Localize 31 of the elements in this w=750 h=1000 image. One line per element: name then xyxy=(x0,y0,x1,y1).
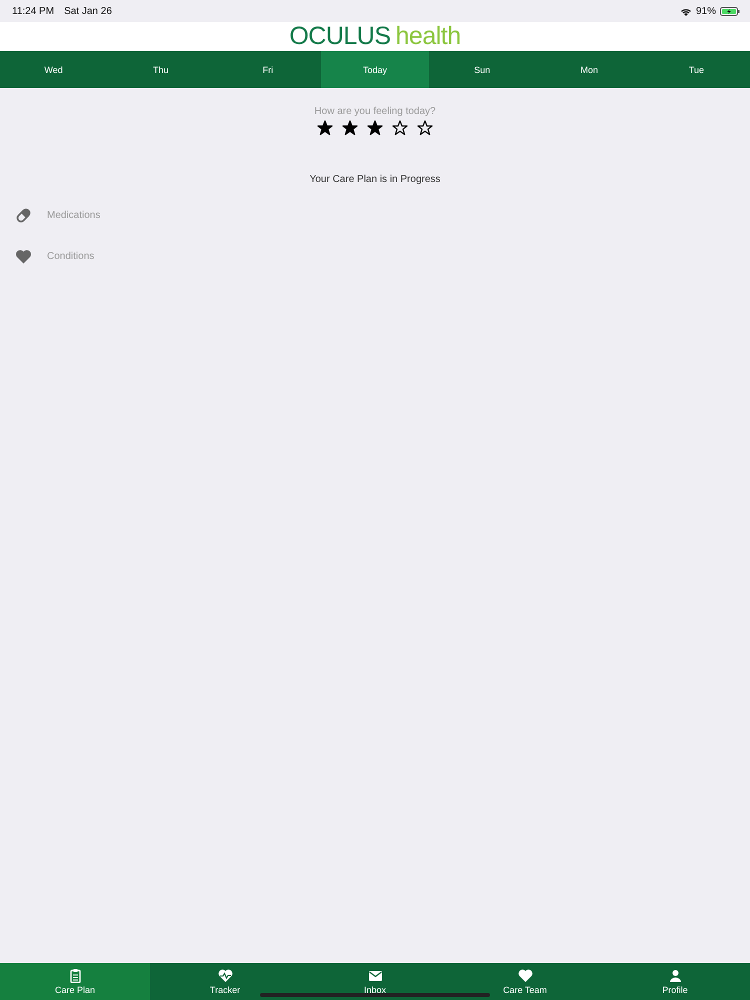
care-plan-status: Your Care Plan is in Progress xyxy=(308,174,442,185)
battery-icon xyxy=(720,6,740,16)
empty-star-icon xyxy=(417,120,433,136)
mail-icon xyxy=(368,968,382,983)
tab-bar-item[interactable]: Care Plan xyxy=(0,963,150,1000)
day-tab[interactable]: Fri xyxy=(214,51,322,88)
logo-text: health xyxy=(396,22,461,51)
day-tab[interactable]: Wed xyxy=(0,51,108,88)
clipboard-icon xyxy=(68,968,82,983)
pill-icon xyxy=(15,207,32,224)
status-date: Sat Jan 26 xyxy=(64,6,112,16)
tab-bar-item[interactable]: Profile xyxy=(600,963,750,1000)
day-tab[interactable]: Mon xyxy=(536,51,643,88)
filled-star-icon xyxy=(342,120,358,136)
wifi-icon xyxy=(680,6,692,16)
status-time: 11:24 PM xyxy=(12,6,54,16)
heartbeat-icon xyxy=(218,968,232,983)
logo-text: OCULUS xyxy=(289,22,391,51)
day-tab[interactable]: Sun xyxy=(428,51,536,88)
heart-icon xyxy=(518,968,532,983)
day-tab[interactable]: Today xyxy=(321,51,429,88)
filled-star-icon xyxy=(367,120,383,136)
tab-bar-item[interactable]: Care Team xyxy=(450,963,600,1000)
day-tab[interactable]: Thu xyxy=(107,51,214,88)
filled-star-icon xyxy=(317,120,333,136)
day-tab[interactable]: Tue xyxy=(642,51,750,88)
empty-star-icon xyxy=(392,120,408,136)
battery-percent: 91% xyxy=(696,6,716,16)
person-icon xyxy=(668,968,682,983)
mood-prompt: How are you feeling today? xyxy=(313,106,437,117)
heart-icon xyxy=(15,248,32,265)
